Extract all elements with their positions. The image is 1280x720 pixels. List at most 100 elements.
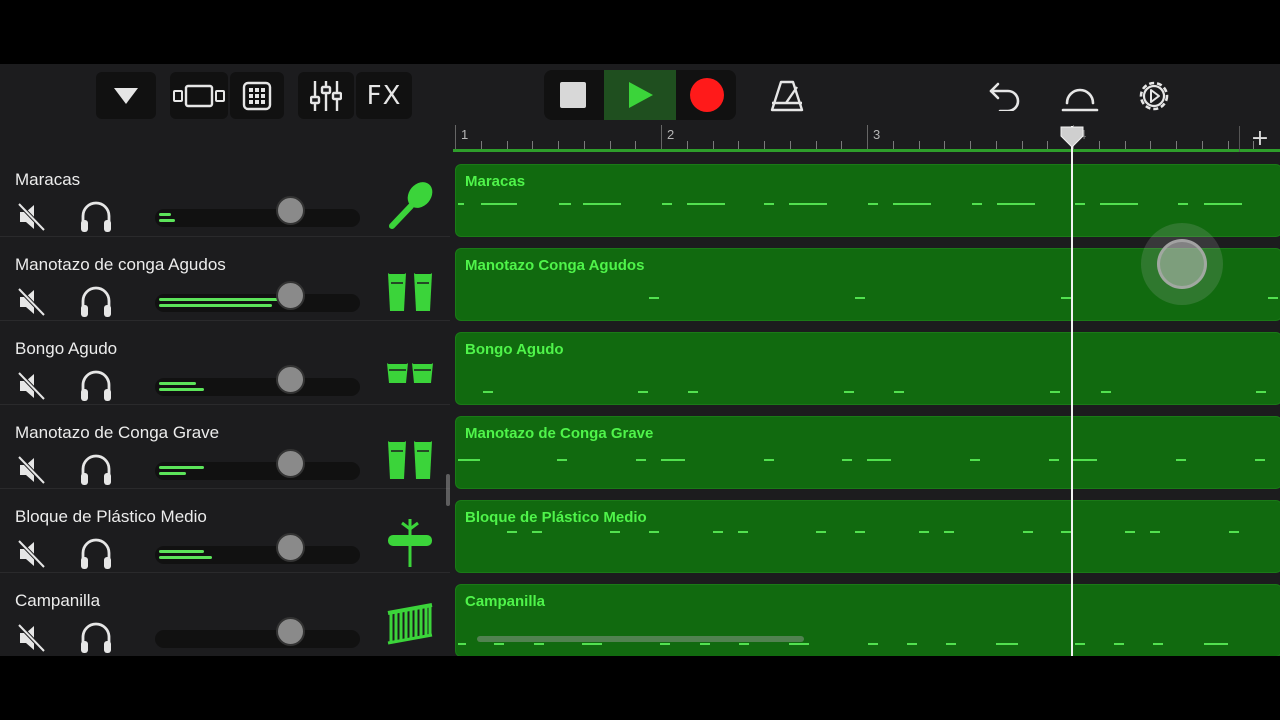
midi-note [1061, 531, 1071, 533]
metronome-button[interactable] [767, 76, 807, 116]
midi-note [636, 459, 646, 461]
midi-note [816, 531, 826, 533]
level-meter-right [159, 556, 213, 559]
track-headers: Maracas Manotazo de conga Agudos Bongo A… [0, 152, 453, 656]
midi-note [1061, 297, 1071, 299]
midi-note [789, 643, 809, 645]
speaker-mute-icon[interactable] [14, 368, 50, 404]
headphones-icon[interactable] [78, 620, 114, 656]
midi-note [739, 643, 749, 645]
tracks-vertical-scrollbar[interactable] [446, 474, 450, 506]
headphones-icon[interactable] [78, 452, 114, 488]
speaker-mute-icon[interactable] [14, 199, 50, 235]
volume-slider[interactable] [155, 294, 360, 312]
midi-note [1125, 531, 1135, 533]
volume-slider[interactable] [155, 378, 360, 396]
bar-number-2: 2 [667, 127, 675, 142]
track-header-bongo[interactable]: Bongo Agudo [0, 320, 450, 404]
midi-note [1229, 531, 1239, 533]
midi-note [662, 203, 672, 205]
region-name: Campanilla [465, 593, 546, 610]
track-header-plastic-block[interactable]: Bloque de Plástico Medio [0, 488, 450, 572]
track-header-maracas[interactable]: Maracas [0, 152, 450, 236]
loop-browser-button[interactable] [1060, 76, 1100, 116]
region-plastic-block[interactable]: Bloque de Plástico Medio [455, 500, 1280, 573]
midi-note [713, 531, 723, 533]
play-button[interactable] [604, 70, 676, 120]
stop-button[interactable] [544, 70, 602, 120]
midi-note [894, 391, 904, 393]
speaker-mute-icon[interactable] [14, 452, 50, 488]
ruler-tick [841, 141, 843, 149]
ruler-tick [1201, 141, 1203, 149]
region-name: Manotazo de Conga Grave [465, 425, 654, 442]
region-name: Maracas [465, 173, 526, 190]
volume-slider[interactable] [155, 209, 360, 227]
add-section-plus-icon[interactable]: + [1250, 126, 1270, 152]
region-campanilla[interactable]: Campanilla [455, 584, 1280, 656]
track-name: Manotazo de conga Agudos [15, 255, 226, 274]
ruler-bar-line [867, 125, 868, 149]
speaker-mute-icon[interactable] [14, 536, 50, 572]
speaker-mute-icon[interactable] [14, 620, 50, 656]
maracas-icon [389, 182, 433, 229]
ruler-tick [918, 141, 920, 149]
playhead-line[interactable] [1071, 126, 1073, 656]
midi-note [970, 459, 980, 461]
headphones-icon[interactable] [78, 199, 114, 235]
region-bongo-agudo[interactable]: Bongo Agudo [455, 332, 1280, 405]
midi-note [660, 643, 670, 645]
record-icon [690, 78, 724, 112]
ruler-tick [815, 141, 817, 149]
loop-icon [1061, 88, 1099, 112]
headphones-icon[interactable] [78, 536, 114, 572]
browser-dropdown-button[interactable] [96, 72, 156, 119]
midi-note [534, 643, 544, 645]
track-header-conga-agudos[interactable]: Manotazo de conga Agudos [0, 236, 450, 320]
midi-note [972, 203, 982, 205]
region-name: Bloque de Plástico Medio [465, 509, 647, 526]
ruler-tick [1047, 141, 1049, 149]
ruler-tick [738, 141, 740, 149]
tracks-view-button[interactable] [170, 72, 228, 119]
volume-slider[interactable] [155, 546, 360, 564]
track-name: Bongo Agudo [15, 339, 118, 358]
track-header-conga-grave[interactable]: Manotazo de Conga Grave [0, 404, 450, 488]
level-meter-left [159, 466, 205, 469]
midi-note [1204, 643, 1228, 645]
ruler-end-divider [1239, 126, 1240, 152]
headphones-icon[interactable] [78, 284, 114, 320]
timeline-ruler[interactable]: 1 2 3 4 + [453, 125, 1280, 152]
midi-note [1075, 643, 1085, 645]
fx-button[interactable]: FX [356, 72, 412, 119]
midi-note [532, 531, 542, 533]
track-regions-area[interactable]: Maracas Manotazo Conga Agudos Bongo Agud… [453, 152, 1280, 656]
volume-slider[interactable] [155, 462, 360, 480]
midi-note [507, 531, 517, 533]
ruler-tick [686, 141, 688, 149]
undo-button[interactable] [985, 76, 1025, 116]
horizontal-scrollbar[interactable] [477, 636, 804, 642]
track-header-campanilla[interactable]: Campanilla [0, 572, 450, 656]
speaker-mute-icon[interactable] [14, 284, 50, 320]
playhead-handle-icon[interactable] [1060, 126, 1084, 148]
midi-note [494, 643, 504, 645]
midi-note [997, 203, 1035, 205]
drum-grid-button[interactable] [230, 72, 284, 119]
midi-note [844, 391, 854, 393]
volume-slider[interactable] [155, 630, 360, 648]
midi-note [764, 459, 774, 461]
settings-button[interactable] [1134, 76, 1174, 116]
garageband-tracks-view: FX 1 2 3 + Maracas Manotazo de conga Agu… [0, 64, 1280, 656]
mixer-button[interactable] [298, 72, 354, 119]
ruler-tick [712, 141, 714, 149]
midi-note [996, 643, 1018, 645]
headphones-icon[interactable] [78, 368, 114, 404]
region-conga-grave[interactable]: Manotazo de Conga Grave [455, 416, 1280, 489]
region-maracas[interactable]: Maracas [455, 164, 1280, 237]
record-button[interactable] [678, 70, 736, 120]
play-icon [629, 82, 653, 108]
level-meter-right [159, 388, 205, 391]
ruler-tick [635, 141, 637, 149]
midi-note [868, 643, 878, 645]
